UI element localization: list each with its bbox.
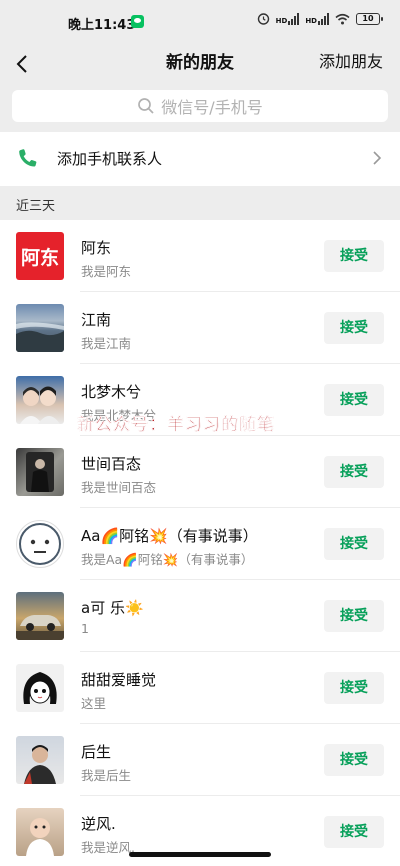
- car-photo-avatar[interactable]: [16, 592, 64, 640]
- chevron-right-icon: [373, 151, 382, 165]
- search-icon: [138, 98, 154, 114]
- signal-2-label: HD: [305, 16, 317, 25]
- car-graphic: [16, 615, 64, 640]
- anime-girl-avatar[interactable]: [16, 664, 64, 712]
- man-portrait-graphic: [24, 745, 56, 784]
- request-name: 江南: [81, 311, 112, 329]
- request-message: 我是后生: [81, 768, 132, 783]
- section-label-recent: 近三天: [16, 199, 56, 214]
- request-name: 阿东: [81, 239, 112, 257]
- wechat-notification-icon: [131, 15, 144, 28]
- request-name: 北梦木兮: [81, 383, 142, 401]
- request-message: 我是阿东: [81, 264, 132, 279]
- friend-request-list: 阿东 阿东 我是阿东 接受 江南 我是江南 接受 北梦木兮 我是北梦木兮 接受 …: [0, 220, 400, 866]
- request-message: 我是Aa🌈阿铭💥（有事说事）: [81, 552, 254, 567]
- status-bar: 晚上11:43 HD HD 10: [0, 0, 400, 44]
- baby-graphic: [26, 818, 54, 856]
- status-icons: HD HD 10: [257, 12, 383, 25]
- list-item[interactable]: 甜甜爱睡觉 这里 接受: [0, 652, 400, 724]
- request-message: 1: [81, 621, 89, 636]
- request-name: 甜甜爱睡觉: [81, 671, 157, 689]
- accept-button[interactable]: 接受: [324, 744, 384, 776]
- wifi-icon: [335, 13, 350, 24]
- signal-1-label: HD: [275, 16, 288, 25]
- alarm-icon: [257, 13, 269, 25]
- add-phone-contacts-row[interactable]: 添加手机联系人: [0, 132, 400, 186]
- status-time: 晚上11:43: [68, 18, 136, 33]
- request-name: 逆风.: [81, 815, 116, 833]
- accept-button[interactable]: 接受: [324, 384, 384, 416]
- accept-button[interactable]: 接受: [324, 816, 384, 848]
- neutral-face-avatar[interactable]: [16, 520, 64, 568]
- request-message: 我是世间百态: [81, 480, 157, 495]
- request-name: 后生: [81, 743, 112, 761]
- search-placeholder: 微信号/手机号: [161, 98, 263, 117]
- signal-2-icon: HD: [305, 12, 329, 25]
- list-item[interactable]: Aa🌈阿铭💥（有事说事） 我是Aa🌈阿铭💥（有事说事） 接受: [0, 508, 400, 580]
- baby-photo-avatar[interactable]: [16, 808, 64, 856]
- request-message: 这里: [81, 696, 107, 711]
- watermark-text: 新公众号：羊习习的随笔: [77, 415, 275, 435]
- anime-girl-graphic: [23, 672, 57, 704]
- battery-icon: 10: [356, 12, 383, 25]
- accept-button[interactable]: 接受: [324, 528, 384, 560]
- add-phone-contacts-label: 添加手机联系人: [57, 150, 163, 168]
- mirror-selfie-avatar[interactable]: [16, 448, 64, 496]
- list-item[interactable]: a可 乐☀️ 1 接受: [0, 580, 400, 652]
- request-name: 世间百态: [81, 455, 142, 473]
- add-friend-button[interactable]: 添加朋友: [319, 48, 383, 72]
- man-portrait-avatar[interactable]: [16, 736, 64, 784]
- list-item[interactable]: 阿东 阿东 我是阿东 接受: [0, 220, 400, 292]
- request-message: 我是逆风.: [81, 840, 135, 855]
- home-indicator[interactable]: [129, 852, 271, 857]
- signal-1-icon: HD: [275, 12, 300, 25]
- section-header: 近三天: [0, 186, 400, 220]
- search-input[interactable]: 微信号/手机号: [12, 90, 388, 122]
- seascape-photo-avatar[interactable]: [16, 304, 64, 352]
- accept-button[interactable]: 接受: [324, 240, 384, 272]
- nav-bar: 新的朋友 添加朋友: [0, 44, 400, 90]
- request-name: Aa🌈阿铭💥（有事说事）: [81, 527, 258, 545]
- accept-button[interactable]: 接受: [324, 672, 384, 704]
- seascape-graphic: [16, 322, 64, 352]
- phone-icon: [19, 149, 37, 167]
- request-message: 我是江南: [81, 336, 132, 351]
- list-item[interactable]: 后生 我是后生 接受: [0, 724, 400, 796]
- selfie-graphic: [26, 452, 54, 492]
- accept-button[interactable]: 接受: [324, 600, 384, 632]
- couple-graphic: [20, 386, 60, 424]
- couple-photo-avatar[interactable]: [16, 376, 64, 424]
- accept-button[interactable]: 接受: [324, 312, 384, 344]
- request-name: a可 乐☀️: [81, 599, 144, 617]
- accept-button[interactable]: 接受: [324, 456, 384, 488]
- red-text-avatar[interactable]: 阿东: [16, 232, 64, 280]
- neutral-face-icon: [19, 523, 61, 565]
- list-item[interactable]: 世间百态 我是世间百态 接受: [0, 436, 400, 508]
- list-item[interactable]: 江南 我是江南 接受: [0, 292, 400, 364]
